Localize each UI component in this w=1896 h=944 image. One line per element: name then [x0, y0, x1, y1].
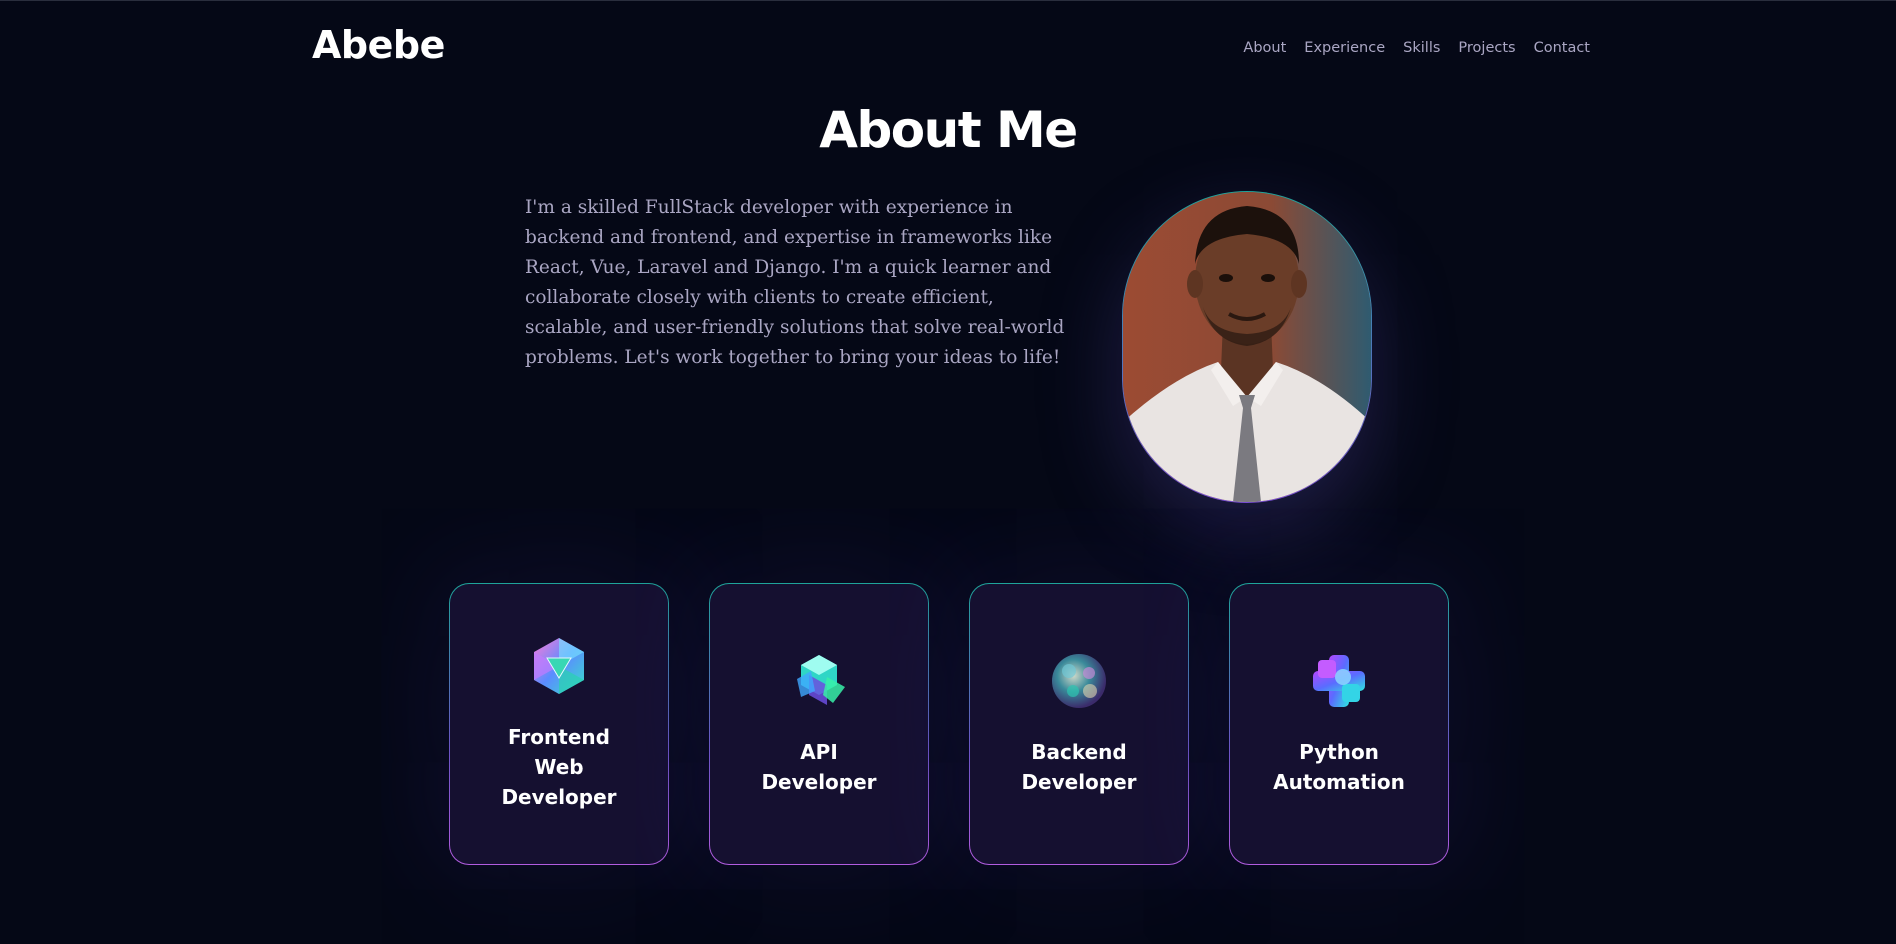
profile-photo-frame	[1122, 191, 1372, 503]
service-card: Backend Developer	[969, 583, 1189, 865]
service-title: Backend Developer	[1021, 740, 1137, 794]
service-card: Python Automation	[1229, 583, 1449, 865]
nav-links: About Experience Skills Projects Contact	[1225, 40, 1590, 56]
services-cards: Frontend Web Developer API Developer Bac…	[449, 583, 1449, 865]
top-navbar: Abebe About Experience Skills Projects C…	[0, 1, 1896, 101]
about-heading: About Me	[819, 101, 1078, 159]
site-logo[interactable]: Abebe	[312, 23, 445, 67]
nav-link-skills[interactable]: Skills	[1403, 40, 1440, 56]
gradient-gear-icon	[1313, 655, 1365, 707]
about-paragraph: I'm a skilled FullStack developer with e…	[525, 197, 1065, 368]
faceted-sphere-icon	[1052, 654, 1106, 708]
nav-link-projects[interactable]: Projects	[1458, 40, 1515, 56]
nav-link-about[interactable]: About	[1243, 40, 1286, 56]
profile-illustration	[1123, 192, 1371, 502]
service-card: Frontend Web Developer	[449, 583, 669, 865]
nav-link-experience[interactable]: Experience	[1304, 40, 1385, 56]
crystal-icosahedron-icon	[534, 638, 584, 694]
service-card: API Developer	[709, 583, 929, 865]
service-title: Frontend Web Developer	[501, 725, 617, 809]
service-title: API Developer	[761, 740, 877, 794]
portfolio-page: Abebe About Experience Skills Projects C…	[0, 0, 1896, 944]
interlocked-cubes-icon	[797, 655, 845, 705]
nav-link-contact[interactable]: Contact	[1534, 40, 1590, 56]
service-title: Python Automation	[1273, 740, 1405, 794]
profile-photo	[1123, 192, 1371, 502]
